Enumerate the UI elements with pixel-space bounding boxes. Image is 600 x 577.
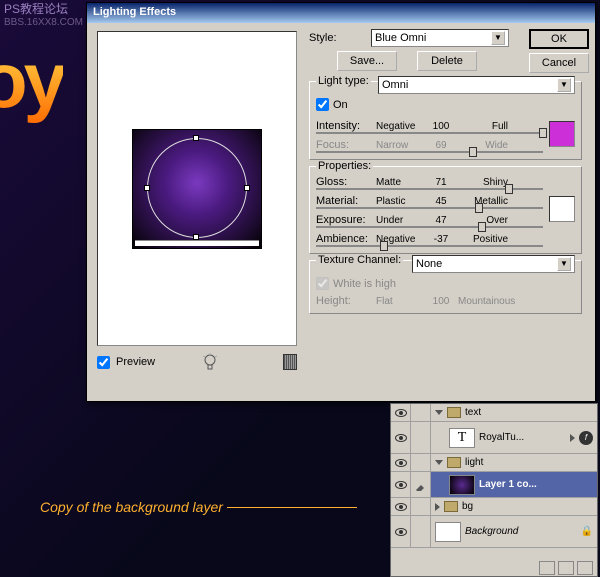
layer-row-text[interactable]: TRoyalTu...f bbox=[391, 422, 597, 454]
light-handle[interactable] bbox=[193, 135, 199, 141]
annotation-text: Copy of the background layer bbox=[40, 499, 357, 515]
light-gizmo-ring[interactable] bbox=[147, 138, 247, 238]
exposure-slider[interactable]: Exposure: Under 47 Over bbox=[316, 214, 543, 226]
delete-button[interactable]: Delete bbox=[417, 51, 477, 71]
preview-image[interactable] bbox=[132, 129, 262, 249]
ambient-color-swatch[interactable] bbox=[549, 196, 575, 222]
material-slider[interactable]: Material: Plastic 45 Metallic bbox=[316, 195, 543, 207]
background-artwork-text: oy bbox=[0, 35, 63, 126]
fx-icon[interactable]: f bbox=[579, 431, 593, 445]
properties-group: Properties: Gloss: Matte 71 Shiny Materi… bbox=[309, 166, 582, 254]
annotation-line bbox=[227, 507, 357, 508]
texture-channel-label: Texture Channel: bbox=[316, 254, 403, 266]
on-label: On bbox=[333, 99, 348, 111]
visibility-icon[interactable] bbox=[395, 434, 407, 442]
lighting-effects-dialog: Lighting Effects Preview OK bbox=[86, 2, 596, 402]
light-handle[interactable] bbox=[144, 185, 150, 191]
light-color-swatch[interactable] bbox=[549, 121, 575, 147]
style-label: Style: bbox=[309, 32, 367, 44]
visibility-icon[interactable] bbox=[395, 459, 407, 467]
folder-icon bbox=[444, 501, 458, 512]
light-handle[interactable] bbox=[244, 185, 250, 191]
trash-icon[interactable] bbox=[283, 354, 297, 370]
light-type-select[interactable]: Omni▼ bbox=[378, 76, 575, 94]
visibility-icon[interactable] bbox=[395, 409, 407, 417]
watermark-left: PS教程论坛 BBS.16XX8.COM bbox=[4, 2, 83, 30]
visibility-icon[interactable] bbox=[395, 528, 407, 536]
preview-selection-bar bbox=[135, 240, 259, 246]
layer-row-background[interactable]: Background🔒 bbox=[391, 516, 597, 548]
visibility-icon[interactable] bbox=[395, 503, 407, 511]
lock-icon: 🔒 bbox=[581, 526, 593, 537]
folder-icon bbox=[447, 457, 461, 468]
intensity-slider[interactable]: Intensity: Negative 100 Full bbox=[316, 120, 543, 132]
disclosure-triangle-icon[interactable] bbox=[435, 460, 443, 465]
ambience-slider[interactable]: Ambience: Negative -37 Positive bbox=[316, 233, 543, 245]
cancel-button[interactable]: Cancel bbox=[529, 53, 589, 73]
light-type-group: Light type: Omni▼ On Intensity: Negative bbox=[309, 81, 582, 160]
panel-button[interactable] bbox=[577, 561, 593, 575]
layer-group-light[interactable]: light bbox=[391, 454, 597, 472]
lightbulb-icon[interactable] bbox=[201, 353, 219, 371]
texture-group: Texture Channel: None▼ White is high Hei… bbox=[309, 260, 582, 314]
layers-panel: text TRoyalTu...f light Layer 1 co... bg… bbox=[390, 403, 598, 577]
layer-thumbnail: T bbox=[449, 428, 475, 448]
style-select[interactable]: Blue Omni▼ bbox=[371, 29, 509, 47]
chevron-down-icon: ▼ bbox=[557, 257, 571, 271]
properties-label: Properties: bbox=[316, 160, 373, 172]
visibility-icon[interactable] bbox=[395, 481, 407, 489]
preview-pane[interactable] bbox=[97, 31, 297, 346]
preview-label: Preview bbox=[116, 356, 155, 368]
focus-slider: Focus: Narrow 69 Wide bbox=[316, 139, 543, 151]
panel-button[interactable] bbox=[539, 561, 555, 575]
on-checkbox[interactable] bbox=[316, 98, 329, 111]
layer-group-text[interactable]: text bbox=[391, 404, 597, 422]
chevron-down-icon: ▼ bbox=[491, 31, 505, 45]
save-button[interactable]: Save... bbox=[337, 51, 397, 71]
layer-group-bg[interactable]: bg bbox=[391, 498, 597, 516]
texture-channel-select[interactable]: None▼ bbox=[412, 255, 575, 273]
ok-button[interactable]: OK bbox=[529, 29, 589, 49]
disclosure-triangle-icon[interactable] bbox=[435, 410, 443, 415]
fx-triangle-icon[interactable] bbox=[570, 434, 575, 442]
disclosure-triangle-icon[interactable] bbox=[435, 503, 440, 511]
panel-button[interactable] bbox=[558, 561, 574, 575]
layer-thumbnail bbox=[435, 522, 461, 542]
light-type-label: Light type: bbox=[316, 75, 371, 87]
brush-icon bbox=[415, 479, 427, 491]
layer-thumbnail bbox=[449, 475, 475, 495]
preview-checkbox[interactable] bbox=[97, 356, 110, 369]
white-is-high-checkbox bbox=[316, 277, 329, 290]
chevron-down-icon: ▼ bbox=[557, 78, 571, 92]
folder-icon bbox=[447, 407, 461, 418]
dialog-titlebar: Lighting Effects bbox=[87, 3, 595, 23]
height-slider: Height: Flat 100 Mountainous bbox=[316, 295, 575, 307]
white-is-high-label: White is high bbox=[333, 278, 396, 290]
layers-panel-footer bbox=[390, 559, 598, 577]
layer-row-layer1-copy[interactable]: Layer 1 co... bbox=[391, 472, 597, 498]
